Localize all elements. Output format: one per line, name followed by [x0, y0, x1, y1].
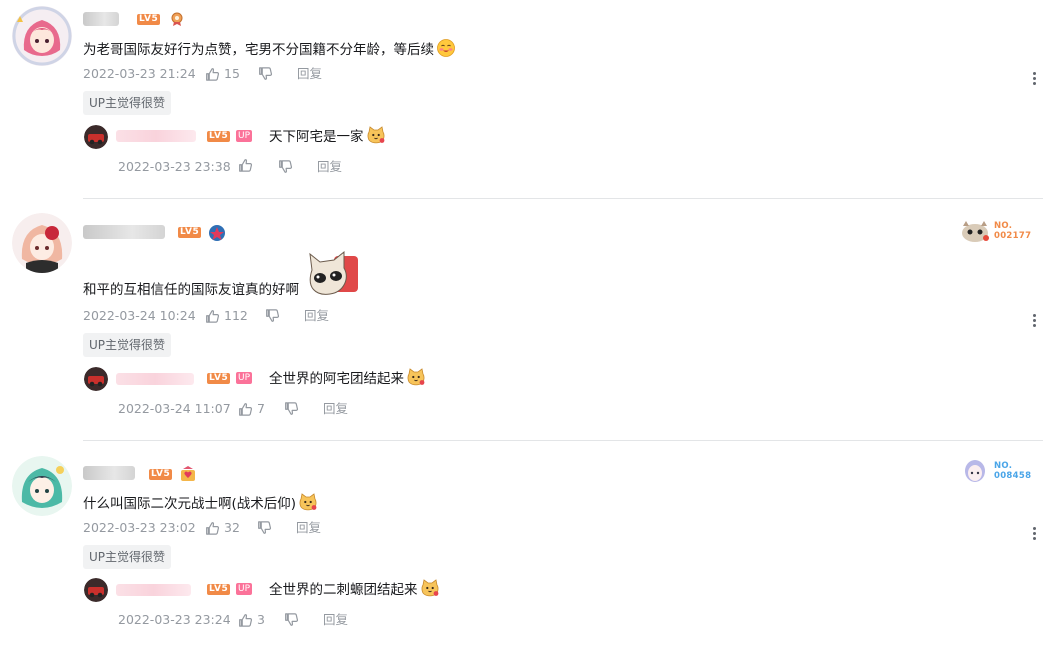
- like-button[interactable]: 32: [205, 519, 240, 537]
- thumb-down-icon[interactable]: [278, 159, 293, 174]
- reply-text-line: 天下阿宅是一家: [269, 125, 386, 147]
- username[interactable]: [83, 12, 119, 26]
- reply-text: 全世界的阿宅团结起来: [269, 371, 404, 387]
- level-badge: LV5: [149, 469, 173, 480]
- reply-text: 天下阿宅是一家: [269, 129, 364, 145]
- avatar[interactable]: [12, 456, 72, 516]
- reply-avatar[interactable]: [84, 125, 108, 149]
- more-options-button[interactable]: [1030, 526, 1038, 542]
- cat-emoji-icon: [298, 492, 318, 512]
- reply-username[interactable]: [116, 584, 191, 596]
- username[interactable]: [83, 466, 135, 480]
- reply-button[interactable]: 回复: [296, 519, 321, 537]
- reply-like-button[interactable]: [238, 158, 257, 173]
- up-tag: UP: [236, 130, 253, 142]
- fan-badge: NO. 002177: [958, 218, 1031, 244]
- fan-badge: NO. 008458: [958, 458, 1031, 484]
- cat-fan-icon: [962, 221, 989, 242]
- reply-like-count: 7: [257, 401, 265, 416]
- level-badge: LV5: [137, 14, 161, 25]
- reply-text-line: 全世界的阿宅团结起来: [269, 367, 426, 389]
- medal-icon: [209, 225, 225, 241]
- fan-badge-number: 002177: [994, 231, 1032, 241]
- reply-level-badge: LV5: [207, 373, 231, 384]
- thumb-up-icon: [205, 521, 220, 536]
- reply-text-line: 全世界的二刺螈团结起来: [269, 578, 440, 600]
- comment-meta: 2022-03-24 10:24 112 回复: [83, 307, 383, 325]
- reply-level-badge: LV5: [207, 131, 231, 142]
- thumb-up-icon: [205, 309, 220, 324]
- comment-text-line: 什么叫国际二次元战士啊(战术后仰): [83, 492, 318, 514]
- comment-time: 2022-03-23 23:02: [83, 520, 196, 535]
- reply-like-button[interactable]: 3: [238, 611, 265, 629]
- up-tag: UP: [236, 372, 253, 384]
- thumb-down-icon[interactable]: [265, 308, 280, 323]
- fan-badge-number: 008458: [994, 471, 1032, 481]
- reply-avatar[interactable]: [84, 578, 108, 602]
- medal-icon: [171, 12, 183, 26]
- divider: [83, 440, 1043, 441]
- comment-meta: 2022-03-23 23:02 32 回复: [83, 519, 383, 537]
- like-button[interactable]: 15: [205, 65, 240, 83]
- reply-button[interactable]: 回复: [297, 65, 322, 83]
- reply-button[interactable]: 回复: [304, 307, 329, 325]
- comment-text: 什么叫国际二次元战士啊(战术后仰): [83, 496, 297, 512]
- avatar[interactable]: [12, 6, 72, 66]
- thumb-up-icon: [205, 67, 220, 82]
- reply-button[interactable]: 回复: [317, 158, 342, 176]
- up-liked-badge: UP主觉得很赞: [83, 545, 172, 569]
- reply-meta: 2022-03-24 11:07 7 回复: [118, 400, 378, 418]
- reply-username[interactable]: [116, 130, 196, 142]
- like-count: 15: [224, 66, 240, 81]
- reply-meta: 2022-03-23 23:24 3 回复: [118, 611, 378, 629]
- comment-text: 为老哥国际友好行为点赞，宅男不分国籍不分年龄，等后续: [83, 42, 434, 58]
- comment-meta: 2022-03-23 21:24 15 回复: [83, 65, 383, 83]
- reply-level-badge: LV5: [207, 584, 231, 595]
- comment-text-line: 为老哥国际友好行为点赞，宅男不分国籍不分年龄，等后续: [83, 38, 456, 60]
- girl-fan-icon: [965, 460, 985, 482]
- thumb-up-icon: [238, 402, 253, 417]
- like-button[interactable]: 112: [205, 307, 248, 325]
- reply-time: 2022-03-23 23:24: [118, 612, 231, 627]
- up-tag: UP: [236, 583, 253, 595]
- reply-like-button[interactable]: 7: [238, 400, 265, 418]
- avatar[interactable]: [12, 213, 72, 273]
- level-badge: LV5: [178, 227, 202, 238]
- more-options-button[interactable]: [1030, 71, 1038, 87]
- username[interactable]: [83, 225, 165, 239]
- thumb-down-icon[interactable]: [257, 520, 272, 535]
- reply-time: 2022-03-24 11:07: [118, 401, 231, 416]
- reply-username[interactable]: [116, 373, 194, 385]
- reply-button[interactable]: 回复: [323, 611, 348, 629]
- fan-badge-label: NO.: [994, 221, 1013, 231]
- cat-emoji-icon: [420, 578, 440, 598]
- reply-button[interactable]: 回复: [323, 400, 348, 418]
- divider: [83, 198, 1043, 199]
- cat-sticker-icon: [309, 250, 358, 295]
- comment-time: 2022-03-24 10:24: [83, 308, 196, 323]
- cat-emoji-icon: [366, 125, 386, 145]
- like-count: 112: [224, 308, 248, 323]
- reply-avatar[interactable]: [84, 367, 108, 391]
- thumb-down-icon[interactable]: [258, 66, 273, 81]
- blush-emoji-icon: [436, 38, 456, 58]
- fan-badge-label: NO.: [994, 461, 1013, 471]
- thumb-down-icon[interactable]: [284, 612, 299, 627]
- reply-time: 2022-03-23 23:38: [118, 159, 231, 174]
- reply-text: 全世界的二刺螈团结起来: [269, 582, 418, 598]
- reply-like-count: 3: [257, 612, 265, 627]
- up-liked-badge: UP主觉得很赞: [83, 91, 172, 115]
- more-options-button[interactable]: [1030, 313, 1038, 329]
- thumb-up-icon: [238, 158, 253, 173]
- like-count: 32: [224, 520, 240, 535]
- cat-emoji-icon: [406, 367, 426, 387]
- medal-icon: [181, 466, 195, 481]
- comment-text-line: 和平的互相信任的国际友谊真的好啊: [83, 280, 299, 300]
- comment-text: 和平的互相信任的国际友谊真的好啊: [83, 282, 299, 298]
- reply-meta: 2022-03-23 23:38 回复: [118, 158, 378, 176]
- up-liked-badge: UP主觉得很赞: [83, 333, 172, 357]
- thumb-up-icon: [238, 613, 253, 628]
- comment-time: 2022-03-23 21:24: [83, 66, 196, 81]
- thumb-down-icon[interactable]: [284, 401, 299, 416]
